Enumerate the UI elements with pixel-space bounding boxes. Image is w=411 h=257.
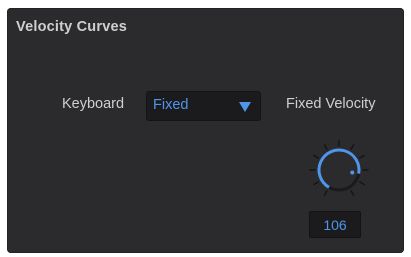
knob-tick — [350, 144, 355, 150]
triangle-down-icon — [239, 102, 251, 112]
knob-tick — [313, 181, 319, 186]
knob-tick — [323, 144, 328, 150]
knob-tick — [359, 181, 365, 186]
dropdown-selected-value: Fixed — [153, 97, 189, 113]
knob-tick — [323, 190, 328, 196]
keyboard-label: Keyboard — [62, 96, 125, 112]
knob-indicator-dot — [350, 170, 355, 175]
velocity-curves-panel: Velocity Curves Keyboard Fixed Fixed Vel… — [7, 8, 404, 253]
fixed-velocity-label: Fixed Velocity — [286, 96, 376, 112]
knob-tick — [313, 154, 319, 159]
fixed-velocity-value-field[interactable]: 106 — [309, 211, 361, 238]
page: Velocity Curves Keyboard Fixed Fixed Vel… — [0, 0, 411, 257]
knob-value-arc — [317, 148, 361, 189]
knob-tick — [350, 190, 355, 196]
panel-title: Velocity Curves — [16, 19, 127, 35]
fixed-velocity-knob[interactable] — [299, 134, 379, 204]
fixed-velocity-value: 106 — [323, 217, 347, 233]
keyboard-curve-dropdown[interactable]: Fixed — [146, 91, 261, 121]
knob-tick — [359, 154, 365, 159]
